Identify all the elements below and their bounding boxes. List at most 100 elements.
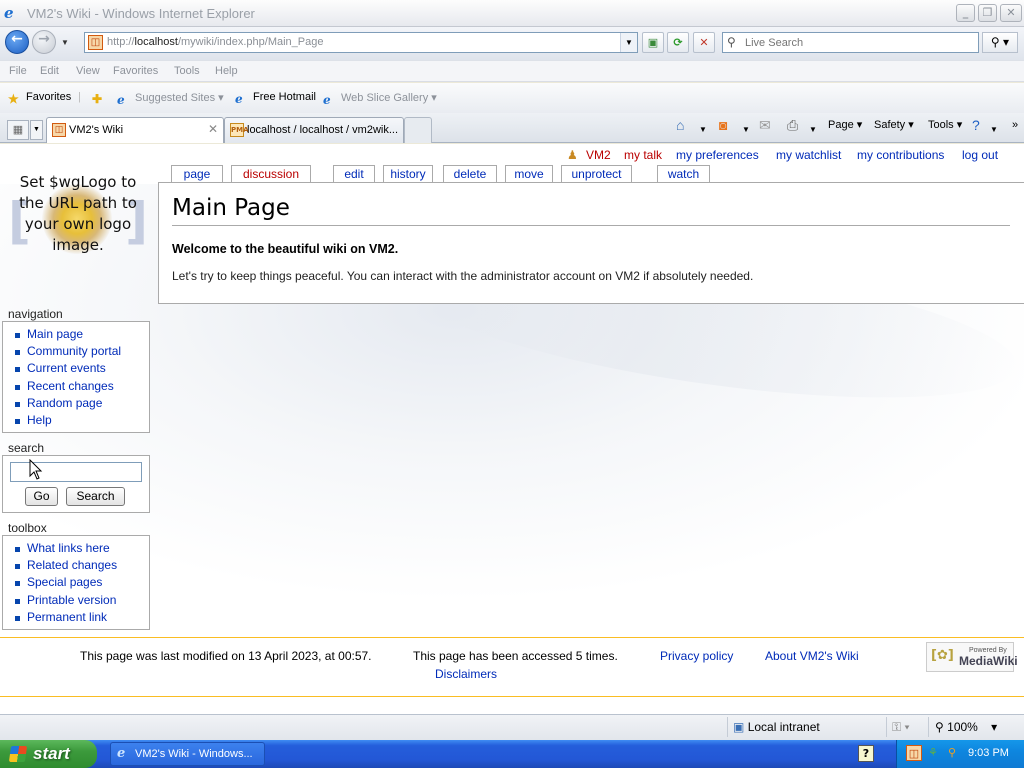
search-input[interactable] xyxy=(745,35,975,50)
address-dropdown-button[interactable]: ▼ xyxy=(620,33,637,52)
menu-favorites[interactable]: Favorites xyxy=(113,65,158,77)
wiki-logo[interactable]: [ ] Set $wgLogo to the URL path to your … xyxy=(8,170,148,280)
home-dropdown-icon[interactable]: ▼ xyxy=(699,122,707,138)
nav-random-page[interactable]: Random page xyxy=(13,395,149,412)
stop-icon[interactable]: ✕ xyxy=(693,32,715,53)
nav-community-portal[interactable]: Community portal xyxy=(13,343,149,360)
my-contributions-link[interactable]: my contributions xyxy=(857,148,944,162)
tool-what-links-here[interactable]: What links here xyxy=(13,540,149,557)
read-mail-icon[interactable]: ✉ xyxy=(759,117,771,133)
about-wiki-link[interactable]: About VM2's Wiki xyxy=(765,649,859,663)
tab-delete[interactable]: delete xyxy=(443,165,497,183)
search-icon: ⚲ xyxy=(727,35,736,49)
intranet-icon: ▣ xyxy=(733,720,745,734)
print-icon[interactable]: ⎙ xyxy=(787,117,798,133)
zoom-level[interactable]: ⚲ 100% ▾ xyxy=(935,720,997,734)
safety-menu[interactable]: Safety ▾ xyxy=(874,118,914,131)
navigation-heading: navigation xyxy=(8,307,63,321)
nav-current-events[interactable]: Current events xyxy=(13,360,149,377)
start-button[interactable]: start xyxy=(0,740,97,768)
tool-special-pages[interactable]: Special pages xyxy=(13,574,149,591)
site-favicon-icon: ◫ xyxy=(88,35,103,50)
menu-edit[interactable]: Edit xyxy=(40,65,59,77)
recent-pages-dropdown[interactable]: ▼ xyxy=(61,38,69,47)
back-button[interactable]: ← xyxy=(5,30,29,54)
tab-phpmyadmin[interactable]: PMA localhost / localhost / vm2wik... xyxy=(224,117,404,143)
print-dropdown-icon[interactable]: ▼ xyxy=(809,122,817,138)
my-talk-link[interactable]: my talk xyxy=(624,148,662,162)
home-icon[interactable]: ⌂ xyxy=(676,117,684,133)
maximize-button[interactable]: ❐ xyxy=(978,4,997,22)
nav-main-page[interactable]: Main page xyxy=(13,326,149,343)
go-button[interactable]: Go xyxy=(25,487,58,506)
refresh-icon[interactable]: ⟳ xyxy=(667,32,689,53)
search-button[interactable]: Search xyxy=(66,487,125,506)
suggested-sites-link[interactable]: e Suggested Sites ▾ xyxy=(117,91,224,107)
new-tab-button[interactable] xyxy=(404,117,432,143)
tab-unprotect[interactable]: unprotect xyxy=(561,165,632,183)
ie-logo-icon: e xyxy=(4,4,14,22)
help-icon[interactable]: ? xyxy=(972,117,980,133)
close-window-button[interactable]: ✕ xyxy=(1000,4,1022,22)
minimize-button[interactable]: _ xyxy=(956,4,975,22)
ie-page-icon: e xyxy=(235,92,243,106)
nav-recent-changes[interactable]: Recent changes xyxy=(13,378,149,395)
search-go-button[interactable]: ⚲ ▾ xyxy=(982,32,1018,53)
protected-mode-icon[interactable]: ⚿ ▾ xyxy=(892,720,910,735)
menu-tools[interactable]: Tools xyxy=(174,65,200,77)
help-dropdown-icon[interactable]: ▼ xyxy=(990,122,998,138)
address-bar[interactable]: ◫ http://localhost/mywiki/index.php/Main… xyxy=(84,32,638,53)
tools-menu[interactable]: Tools ▾ xyxy=(928,118,962,131)
disclaimers-link[interactable]: Disclaimers xyxy=(435,667,497,681)
welcome-text: Welcome to the beautiful wiki on VM2. xyxy=(172,242,399,256)
favorites-bar: ★ Favorites | ✚ e Suggested Sites ▾ e Free … xyxy=(0,83,1024,113)
nav-help[interactable]: Help xyxy=(13,412,149,429)
page-viewport: [ ] Set $wgLogo to the URL path to your … xyxy=(0,144,1024,714)
live-search-box[interactable]: ⚲ xyxy=(722,32,979,53)
close-tab-icon[interactable]: ✕ xyxy=(208,122,218,136)
user-page-link[interactable]: VM2 xyxy=(586,148,611,162)
privacy-policy-link[interactable]: Privacy policy xyxy=(660,649,733,663)
network-tray-icon[interactable]: ⚘ xyxy=(925,745,941,761)
tab-row: ▦ ▼ ◫ VM2's Wiki ✕ PMA localhost / local… xyxy=(0,113,1024,143)
forward-button[interactable]: → xyxy=(32,30,56,54)
tab-move[interactable]: move xyxy=(505,165,553,183)
tab-vm2-wiki[interactable]: ◫ VM2's Wiki ✕ xyxy=(46,117,224,143)
page-menu[interactable]: Page ▾ xyxy=(828,118,862,131)
my-watchlist-link[interactable]: my watchlist xyxy=(776,148,841,162)
security-zone[interactable]: ▣ Local intranet xyxy=(733,720,820,734)
add-to-favorites-button[interactable]: ✚ xyxy=(92,91,110,106)
tab-edit[interactable]: edit xyxy=(333,165,375,183)
tool-related-changes[interactable]: Related changes xyxy=(13,557,149,574)
my-preferences-link[interactable]: my preferences xyxy=(676,148,759,162)
taskbar-window-button[interactable]: e VM2's Wiki - Windows... xyxy=(110,742,265,766)
pma-favicon-icon: PMA xyxy=(230,123,249,137)
menu-view[interactable]: View xyxy=(76,65,100,77)
tab-discussion[interactable]: discussion xyxy=(231,165,311,183)
tab-label: localhost / localhost / vm2wik... xyxy=(247,124,399,136)
web-slice-gallery-link[interactable]: e Web Slice Gallery ▾ xyxy=(323,91,437,107)
toolbar-overflow-icon[interactable]: » xyxy=(1012,117,1018,133)
log-out-link[interactable]: log out xyxy=(962,148,998,162)
compatibility-view-icon[interactable]: ▣ xyxy=(642,32,664,53)
search-tray-icon[interactable]: ⚲ xyxy=(944,745,960,761)
tool-permanent-link[interactable]: Permanent link xyxy=(13,609,149,626)
star-icon: ★ xyxy=(8,92,19,106)
language-help-icon[interactable]: ? xyxy=(858,745,874,762)
tab-list-dropdown[interactable]: ▼ xyxy=(30,120,43,140)
powered-by-mediawiki-badge[interactable]: [✿] Powered By MediaWiki xyxy=(926,642,1018,672)
tool-printable-version[interactable]: Printable version xyxy=(13,592,149,609)
free-hotmail-link[interactable]: e Free Hotmail xyxy=(235,91,316,106)
feeds-icon[interactable]: ◙ xyxy=(719,117,727,133)
tab-watch[interactable]: watch xyxy=(657,165,710,183)
xampp-tray-icon[interactable]: ◫ xyxy=(906,745,922,761)
divider: | xyxy=(78,91,81,103)
menu-help[interactable]: Help xyxy=(215,65,238,77)
tab-history[interactable]: history xyxy=(383,165,433,183)
favorites-button[interactable]: ★ Favorites xyxy=(8,91,71,106)
divider xyxy=(928,717,929,737)
feeds-dropdown-icon[interactable]: ▼ xyxy=(742,122,750,138)
menu-file[interactable]: File xyxy=(9,65,27,77)
status-bar: ▣ Local intranet ⚿ ▾ ⚲ 100% ▾ xyxy=(0,714,1024,740)
quick-tabs-button[interactable]: ▦ xyxy=(7,120,29,140)
